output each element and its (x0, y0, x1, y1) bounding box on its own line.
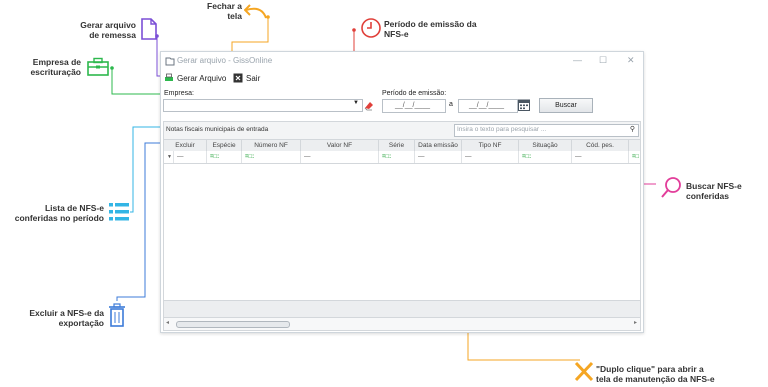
date-start-input[interactable]: __/__/____ (382, 99, 446, 113)
exit-icon (233, 73, 243, 83)
menu-bar: Gerar Arquivo Sair (161, 71, 643, 86)
maximize-icon[interactable]: ☐ (599, 55, 607, 66)
filter-row-indicator: ▼ (164, 151, 174, 163)
sair-label: Sair (246, 73, 261, 83)
window-title: Gerar arquivo - GissOnline (177, 56, 273, 65)
scroll-left-icon[interactable]: ◂ (166, 319, 169, 326)
eraser-icon[interactable] (363, 99, 375, 111)
buscar-button[interactable]: Buscar (539, 98, 593, 113)
gerar-arquivo-button[interactable]: Gerar Arquivo (164, 73, 226, 83)
filter-cell-numero-nf[interactable]: =□: (242, 151, 301, 163)
grid-body[interactable] (164, 164, 640, 300)
periodo-label: Período de emissão: (382, 90, 447, 97)
column-header-situacao[interactable]: Situação (519, 140, 572, 151)
empresa-label: Empresa: (164, 90, 194, 97)
calendar-icon[interactable] (518, 98, 530, 111)
filter-cell-data-emissao[interactable]: — (415, 151, 462, 163)
scrollbar-thumb[interactable] (176, 321, 290, 328)
sair-button[interactable]: Sair (233, 73, 260, 83)
empresa-select[interactable]: ▼ (163, 99, 363, 112)
minimize-icon[interactable]: — (573, 55, 582, 65)
column-header-tipo-nf[interactable]: Tipo NF (462, 140, 519, 151)
chevron-down-icon[interactable]: ▼ (353, 100, 359, 106)
column-header-numero-nf[interactable]: Número NF (242, 140, 301, 151)
app-icon (165, 57, 175, 66)
grid-filter-row: ▼ — =□: =□: — =□: — — =□: — =□ (164, 151, 640, 164)
grid-search-placeholder: Insira o texto para pesquisar ... (457, 126, 547, 133)
column-header-serie[interactable]: Série (379, 140, 415, 151)
printer-icon (165, 73, 173, 81)
gerar-arquivo-label: Gerar Arquivo (177, 73, 227, 83)
filter-cell-tipo-nf[interactable]: — (462, 151, 519, 163)
close-icon[interactable]: ✕ (627, 55, 635, 66)
filter-cell-situacao[interactable]: =□: (519, 151, 572, 163)
search-icon[interactable]: ⚲ (630, 125, 635, 133)
filter-icon: =□: (382, 154, 392, 160)
filter-icon: =□: (210, 154, 220, 160)
filter-cell-valor-nf[interactable]: — (301, 151, 379, 163)
column-header-cod-pes[interactable]: Cód. pes. (572, 140, 629, 151)
grid-footer (164, 300, 640, 317)
app-window: Gerar arquivo - GissOnline — ☐ ✕ Gerar A… (160, 51, 644, 333)
date-start-mask: __/__/____ (395, 102, 431, 109)
column-header-especie[interactable]: Espécie (207, 140, 242, 151)
filter-cell-serie[interactable]: =□: (379, 151, 415, 163)
filter-cell-extra[interactable]: =□ (629, 151, 640, 163)
filter-cell-excluir[interactable]: — (174, 151, 207, 163)
grid-group-label: Notas fiscais municipais de entrada (166, 126, 269, 133)
filter-cell-especie[interactable]: =□: (207, 151, 242, 163)
filter-icon: =□ (632, 154, 640, 160)
date-separator: a (449, 101, 453, 108)
filter-icon: =□: (522, 154, 532, 160)
date-end-mask: __/__/____ (469, 102, 505, 109)
filter-icon: =□: (245, 154, 255, 160)
grid-group: Notas fiscais municipais de entrada Insi… (163, 121, 641, 331)
date-end-input[interactable]: __/__/____ (458, 99, 518, 113)
buscar-label: Buscar (555, 102, 577, 109)
grid-search-input[interactable]: Insira o texto para pesquisar ... ⚲ (454, 124, 639, 137)
scroll-right-icon[interactable]: ▸ (634, 319, 637, 326)
column-header-data-emissao[interactable]: Data emissão (415, 140, 462, 151)
horizontal-scrollbar[interactable]: ◂ ▸ (164, 317, 640, 330)
filter-cell-cod-pes[interactable]: — (572, 151, 629, 163)
column-header-excluir[interactable]: Excluir (164, 140, 207, 151)
title-bar: Gerar arquivo - GissOnline — ☐ ✕ (161, 52, 643, 70)
column-header-valor-nf[interactable]: Valor NF (301, 140, 379, 151)
